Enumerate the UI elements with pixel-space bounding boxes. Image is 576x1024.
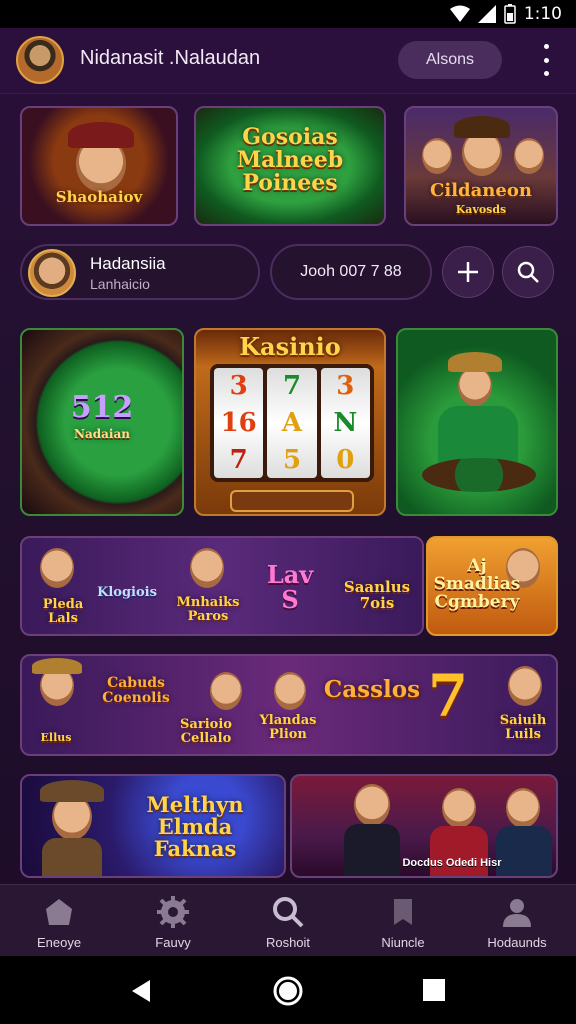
dealer-suit bbox=[344, 824, 400, 876]
plus-icon bbox=[458, 262, 478, 282]
featured-table-game[interactable]: 512 Nadaian bbox=[20, 328, 184, 516]
system-nav-bar bbox=[0, 956, 576, 1024]
strip2-label-6: 7 bbox=[427, 662, 469, 730]
games-strip-2[interactable]: Cabuds Coenolis Ellus Sarioio Cellalo Yl… bbox=[20, 654, 558, 756]
strip1-label-1: Pleda Lals bbox=[42, 597, 84, 626]
promo-tile[interactable]: Aj Smadlias Cgmbery bbox=[426, 536, 558, 636]
home-button-icon[interactable] bbox=[272, 975, 304, 1007]
nav-label: Fauvy bbox=[155, 935, 191, 950]
promo-title: Aj Smadlias Cgmbery bbox=[433, 556, 521, 612]
nav-item-favorites[interactable]: Fauvy bbox=[118, 895, 228, 950]
banner-left[interactable]: Shaohaiov bbox=[20, 106, 178, 226]
search-icon bbox=[517, 261, 539, 283]
slot-reels: 3 16 7 7 A 5 3 N 0 bbox=[210, 364, 374, 482]
strip1-label-5: Saanlus 7ois bbox=[343, 578, 411, 612]
recents-icon[interactable] bbox=[422, 978, 446, 1002]
reel-symbol: 3 bbox=[336, 371, 355, 402]
strip1-label-4: Lav S bbox=[266, 560, 314, 615]
add-button[interactable] bbox=[442, 246, 494, 298]
nav-label: Roshoit bbox=[265, 935, 311, 950]
featured-left-label: 512 bbox=[70, 390, 134, 425]
reel-symbol: 3 bbox=[229, 371, 248, 402]
nav-label: Eneoye bbox=[36, 935, 82, 950]
battery-icon bbox=[504, 4, 516, 24]
featured-slot-machine[interactable]: Kasinio 3 16 7 7 A 5 3 N 0 bbox=[194, 328, 386, 516]
games-strip-1[interactable]: Pleda Lals Klogiois Mnhaiks Paros Lav S … bbox=[20, 536, 424, 636]
search-button[interactable] bbox=[502, 246, 554, 298]
reel-symbol: 5 bbox=[282, 444, 302, 475]
bottom-nav: Eneoye Fauvy Roshoit Niuncle Hodaunds bbox=[0, 884, 576, 956]
bottom-banner-left[interactable]: Melthyn Elmda Faknas bbox=[20, 774, 286, 878]
reel-symbol: 16 bbox=[220, 407, 257, 438]
app-title: Nidanasit .Nalaudan bbox=[80, 47, 261, 69]
character-body bbox=[42, 838, 102, 876]
roulette-table bbox=[422, 458, 536, 492]
wifi-icon bbox=[449, 5, 470, 22]
banner-left-title: Shaohaiov bbox=[55, 188, 143, 207]
strip2-label-7: Saiuih Luils bbox=[499, 713, 547, 742]
strip2-label-1: Cabuds Coenolis bbox=[102, 675, 170, 706]
home-icon bbox=[46, 899, 72, 925]
balance-display[interactable]: Jooh 007 7 88 bbox=[270, 244, 432, 300]
featured-dealer-game[interactable] bbox=[396, 328, 558, 516]
signal-icon bbox=[477, 5, 496, 23]
nav-item-profile[interactable]: Hodaunds bbox=[462, 895, 572, 950]
strip2-label-3: Sarioio Cellalo bbox=[180, 717, 232, 746]
reel-symbol: A bbox=[281, 407, 303, 438]
search-icon bbox=[273, 897, 304, 928]
nav-item-search[interactable]: Roshoit bbox=[233, 895, 343, 950]
reel-symbol: 7 bbox=[282, 371, 302, 402]
reel-symbol: 7 bbox=[229, 444, 248, 475]
status-time: 1:10 bbox=[523, 4, 562, 24]
banner-center-title: Gosoias Malneeb Poinees bbox=[236, 124, 344, 197]
featured-left-sub: Nadaian bbox=[74, 427, 130, 441]
banner-center[interactable]: Gosoias Malneeb Poinees bbox=[194, 106, 386, 226]
strip2-label-5: Casslos bbox=[323, 676, 421, 703]
strip2-label-2: Ellus bbox=[40, 731, 72, 744]
dealer-suit bbox=[496, 826, 552, 876]
nav-label: Hodaunds bbox=[487, 935, 547, 950]
bookmark-icon bbox=[394, 899, 412, 925]
gear-icon bbox=[157, 896, 189, 928]
dealer-body bbox=[438, 406, 518, 466]
user-subtitle: Lanhaicio bbox=[90, 276, 150, 292]
slot-reel-1: 3 16 7 bbox=[214, 368, 264, 478]
slot-reel-3: 3 N 0 bbox=[320, 368, 370, 478]
bottom-left-title: Melthyn Elmda Faknas bbox=[146, 792, 244, 862]
reel-symbol: 0 bbox=[336, 444, 355, 475]
strip1-label-2: Klogiois bbox=[97, 585, 157, 600]
header-action-button[interactable]: Alsons bbox=[398, 41, 502, 79]
strip1-label-3: Mnhaiks Paros bbox=[176, 595, 240, 624]
slot-reel-2: 7 A 5 bbox=[267, 368, 317, 478]
dealer-suit bbox=[430, 826, 488, 876]
header-avatar[interactable] bbox=[16, 36, 64, 84]
nav-item-bookmarks[interactable]: Niuncle bbox=[348, 895, 458, 950]
app-bar: Nidanasit .Nalaudan Alsons bbox=[0, 28, 576, 94]
strip2-label-4: Ylandas Plion bbox=[259, 713, 317, 742]
user-card[interactable]: Hadansiia Lanhaicio bbox=[20, 244, 260, 300]
banner-right-sub: Kavosds bbox=[455, 203, 507, 216]
nav-label: Niuncle bbox=[381, 935, 425, 950]
back-icon[interactable] bbox=[128, 978, 154, 1004]
banner-right[interactable]: Cildaneon Kavosds bbox=[404, 106, 558, 226]
slot-title: Kasinio bbox=[239, 332, 341, 361]
profile-icon bbox=[503, 899, 531, 927]
user-name: Hadansiia bbox=[90, 254, 166, 273]
bottom-right-title: Docdus Odedi Hisr bbox=[402, 857, 502, 869]
nav-item-home[interactable]: Eneoye bbox=[4, 895, 114, 950]
slot-base bbox=[230, 490, 354, 512]
app-screen: Nidanasit .Nalaudan Alsons Shaohaiov Gos… bbox=[0, 28, 576, 956]
more-options-icon[interactable] bbox=[534, 44, 558, 76]
bottom-banner-right[interactable]: Docdus Odedi Hisr bbox=[290, 774, 558, 878]
reel-symbol: N bbox=[333, 407, 358, 438]
status-bar: 1:10 bbox=[0, 0, 576, 28]
banner-right-title: Cildaneon bbox=[430, 180, 532, 201]
user-avatar bbox=[28, 249, 76, 297]
